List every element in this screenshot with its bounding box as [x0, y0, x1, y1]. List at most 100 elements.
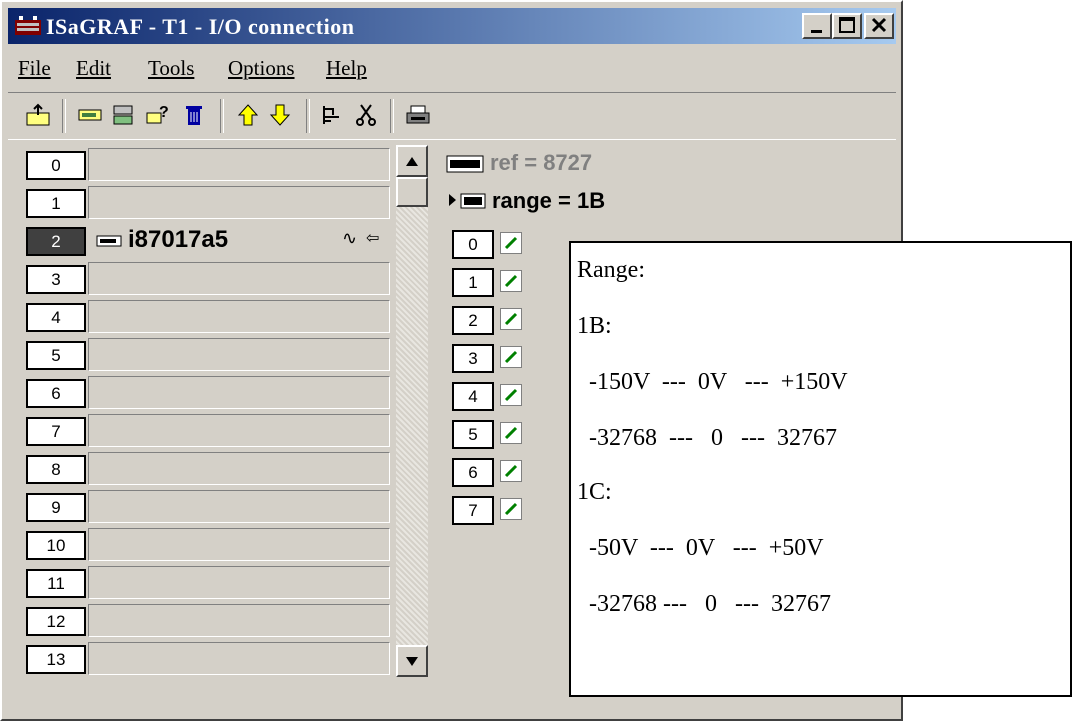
channel-edit-icon[interactable]	[500, 270, 522, 292]
slot-number[interactable]: 0	[26, 151, 86, 180]
slot-board[interactable]	[88, 186, 390, 219]
slot-board[interactable]	[88, 642, 390, 675]
note-line: -150V --- 0V --- +150V	[577, 369, 848, 395]
connect-button[interactable]	[316, 99, 348, 131]
slot-board[interactable]	[88, 604, 390, 637]
channel-edit-icon[interactable]	[500, 308, 522, 330]
print-button[interactable]	[402, 99, 434, 131]
menu-tools-label: Tools	[148, 56, 195, 80]
close-icon	[871, 17, 887, 33]
slot-board[interactable]	[88, 376, 390, 409]
maximize-icon	[839, 17, 855, 33]
channel-number[interactable]: 1	[452, 268, 494, 297]
equipment-button[interactable]	[108, 99, 140, 131]
slot-number[interactable]: 6	[26, 379, 86, 408]
cut-icon	[356, 104, 376, 126]
connect-icon	[323, 106, 339, 124]
slot-board[interactable]	[88, 262, 390, 295]
close-button[interactable]	[864, 13, 894, 39]
scroll-up-button[interactable]	[396, 145, 428, 177]
slot-number[interactable]: 7	[26, 417, 86, 446]
channel-edit-icon[interactable]	[500, 384, 522, 406]
delete-icon	[186, 106, 202, 125]
channel-edit-icon[interactable]	[500, 460, 522, 482]
note-line: Range:	[577, 257, 645, 283]
isagraf-app-icon	[15, 16, 41, 35]
channel-number[interactable]: 0	[452, 230, 494, 259]
slot-number[interactable]: 3	[26, 265, 86, 294]
slot-number[interactable]: 4	[26, 303, 86, 332]
board-icon	[96, 235, 122, 247]
menu-file[interactable]: File	[18, 56, 51, 81]
slot-board[interactable]	[88, 566, 390, 599]
range-value[interactable]: range = 1B	[492, 188, 605, 214]
slot-number[interactable]: 10	[26, 531, 86, 560]
menu-bar: File Edit Tools Options Help	[8, 48, 896, 88]
channel-edit-icon[interactable]	[500, 232, 522, 254]
toolbar-separator	[220, 99, 224, 133]
board-name: i87017a5	[128, 226, 229, 253]
ref-register-icon	[446, 155, 484, 173]
slot-board[interactable]	[88, 528, 390, 561]
slot-number[interactable]: 5	[26, 341, 86, 370]
slot-board[interactable]	[88, 490, 390, 523]
menu-options-label: Options	[228, 56, 295, 80]
toolbar-separator	[390, 99, 394, 133]
caret-right-icon	[449, 194, 456, 206]
slot-board[interactable]	[88, 300, 390, 333]
channel-number[interactable]: 5	[452, 420, 494, 449]
menu-tools[interactable]: Tools	[148, 56, 194, 81]
channel-number[interactable]: 2	[452, 306, 494, 335]
menu-help-label: Help	[326, 56, 367, 80]
slot-number-selected[interactable]: 2	[26, 227, 86, 256]
maximize-button[interactable]	[832, 13, 862, 39]
down-triangle-icon	[406, 657, 418, 666]
slot-number[interactable]: 12	[26, 607, 86, 636]
channel-edit-icon[interactable]	[500, 422, 522, 444]
minimize-button[interactable]	[802, 13, 832, 39]
query-button[interactable]: ?	[142, 99, 174, 131]
scroll-thumb[interactable]	[396, 177, 428, 207]
range-register-icon	[460, 193, 486, 209]
menu-edit-label: Edit	[76, 56, 111, 80]
slot-number[interactable]: 11	[26, 569, 86, 598]
print-icon	[406, 105, 430, 124]
note-line: -32768 --- 0 --- 32767	[577, 425, 837, 451]
note-line: -50V --- 0V --- +50V	[577, 535, 824, 561]
down-arrow-icon	[269, 104, 291, 126]
slot-board[interactable]	[88, 338, 390, 371]
slot-number[interactable]: 1	[26, 189, 86, 218]
channel-edit-icon[interactable]	[500, 498, 522, 520]
title-bar[interactable]: ISaGRAF - T1 - I/O connection	[8, 8, 896, 44]
menu-options[interactable]: Options	[228, 56, 295, 81]
equipment-icon	[113, 105, 133, 125]
slot-board-selected[interactable]: i87017a5 ∿ ⇦	[88, 224, 390, 257]
menu-edit[interactable]: Edit	[76, 56, 111, 81]
range-note-box: Range: 1B: -150V --- 0V --- +150V -32768…	[569, 241, 1072, 697]
slot-number[interactable]: 13	[26, 645, 86, 674]
channel-edit-icon[interactable]	[500, 346, 522, 368]
channel-number[interactable]: 3	[452, 344, 494, 373]
board-button[interactable]	[74, 99, 106, 131]
channel-number[interactable]: 6	[452, 458, 494, 487]
slot-number[interactable]: 9	[26, 493, 86, 522]
slot-board[interactable]	[88, 414, 390, 447]
ref-value[interactable]: ref = 8727	[490, 150, 592, 176]
analog-icon: ∿	[342, 228, 358, 248]
channel-number[interactable]: 7	[452, 496, 494, 525]
channel-number[interactable]: 4	[452, 382, 494, 411]
up-arrow-icon	[237, 104, 259, 126]
delete-button[interactable]	[178, 99, 210, 131]
move-up-button[interactable]	[232, 99, 264, 131]
vertical-scrollbar[interactable]	[396, 145, 428, 677]
slot-board[interactable]	[88, 148, 390, 181]
note-line: 1C:	[577, 479, 612, 505]
slot-board[interactable]	[88, 452, 390, 485]
cut-button[interactable]	[350, 99, 382, 131]
move-down-button[interactable]	[264, 99, 296, 131]
scroll-down-button[interactable]	[396, 645, 428, 677]
window-title: ISaGRAF - T1 - I/O connection	[46, 14, 355, 39]
slot-number[interactable]: 8	[26, 455, 86, 484]
menu-help[interactable]: Help	[326, 56, 367, 81]
open-button[interactable]	[22, 99, 54, 131]
